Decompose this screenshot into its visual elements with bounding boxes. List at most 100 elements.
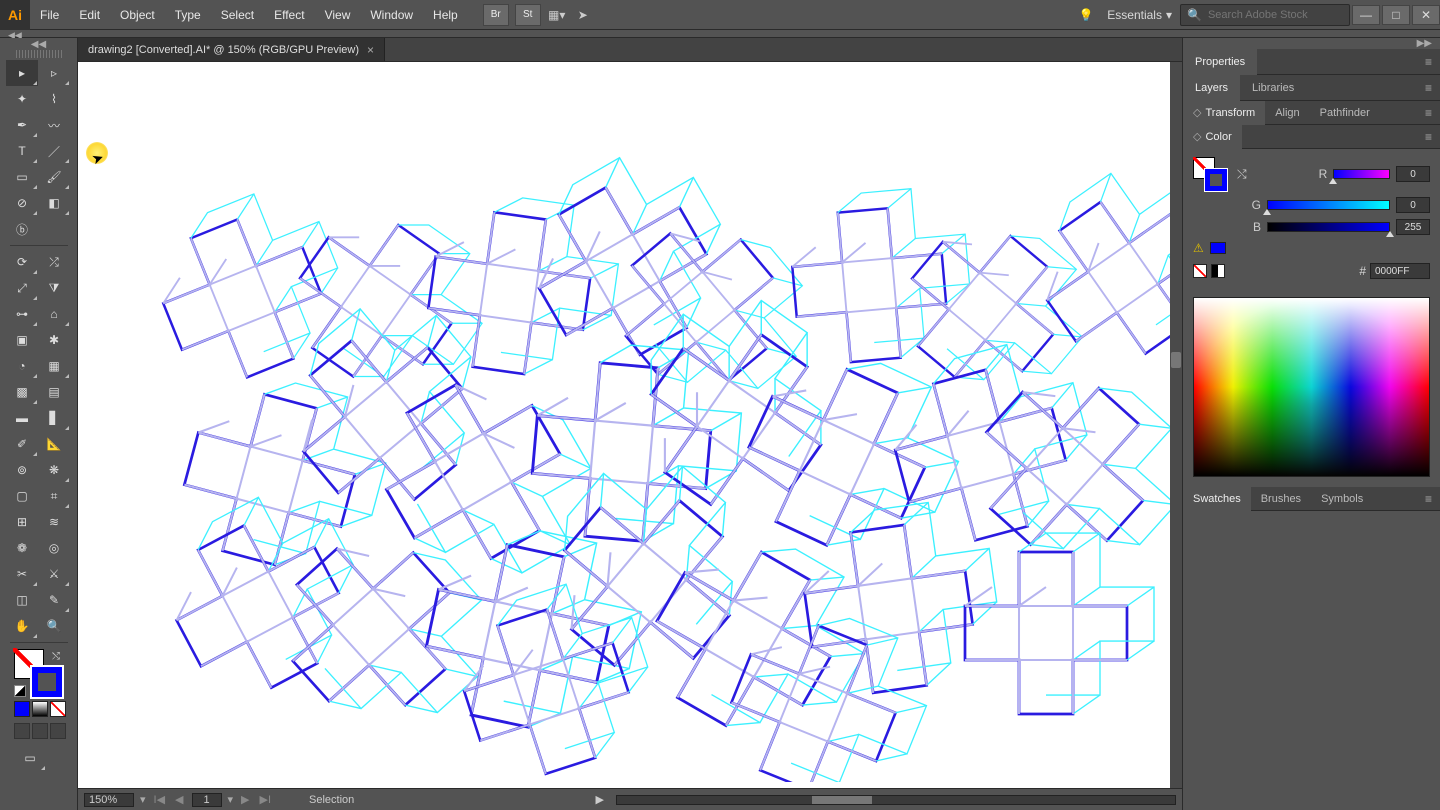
vertical-scrollbar[interactable] xyxy=(1170,62,1182,788)
slider-r[interactable] xyxy=(1333,169,1390,179)
swap-fill-stroke-icon[interactable]: ⤭ xyxy=(52,651,60,662)
tool-knife[interactable]: ⚔ xyxy=(38,561,70,587)
artboard-number[interactable]: 1 xyxy=(192,793,222,807)
tool-mesh[interactable]: ▤ xyxy=(38,379,70,405)
tool-slice-select[interactable]: ◫ xyxy=(6,587,38,613)
tool-warp[interactable]: ⌂ xyxy=(38,301,70,327)
artboard-next[interactable]: ▶ xyxy=(239,793,251,806)
tab-align[interactable]: Align xyxy=(1265,101,1309,125)
tab-swatches[interactable]: Swatches xyxy=(1183,487,1251,511)
menu-help[interactable]: Help xyxy=(423,0,468,30)
workspace-switcher[interactable]: Essentials ▾ xyxy=(1099,8,1180,22)
input-hex[interactable] xyxy=(1370,263,1430,279)
tool-eyedropper[interactable]: ✐ xyxy=(6,431,38,457)
color-spectrum[interactable] xyxy=(1193,297,1430,477)
swap-mini-icon[interactable]: ⤭ xyxy=(1237,167,1247,182)
tool-eyedropper2[interactable]: ✎ xyxy=(38,587,70,613)
document-tab[interactable]: drawing2 [Converted].AI* @ 150% (RGB/GPU… xyxy=(78,38,385,61)
tab-brushes[interactable]: Brushes xyxy=(1251,487,1311,511)
draw-inside[interactable] xyxy=(50,723,66,739)
tool-gradient[interactable]: ▬ xyxy=(6,405,38,431)
mode-color[interactable] xyxy=(14,701,30,717)
color-fill-stroke[interactable] xyxy=(1193,157,1227,191)
input-r[interactable] xyxy=(1396,166,1430,182)
search-stock-input[interactable] xyxy=(1208,9,1350,21)
tool-print-tiling[interactable]: ⊞ xyxy=(6,509,38,535)
menu-window[interactable]: Window xyxy=(360,0,423,30)
tool-artboard[interactable]: ▢ xyxy=(6,483,38,509)
search-help-icon[interactable]: 💡 xyxy=(1073,2,1099,28)
menu-object[interactable]: Object xyxy=(110,0,165,30)
panel-menu-icon[interactable]: ≡ xyxy=(1417,106,1440,120)
tool-symbol-sprayer[interactable]: ❋ xyxy=(38,457,70,483)
input-g[interactable] xyxy=(1396,197,1430,213)
tab-transform[interactable]: ◇Transform xyxy=(1183,101,1265,125)
tool-zoom[interactable]: 🔍 xyxy=(38,613,70,639)
search-stock-field[interactable]: 🔍 xyxy=(1180,4,1350,26)
tab-color[interactable]: ◇Color xyxy=(1183,125,1242,149)
toolbox-grip[interactable] xyxy=(16,50,62,58)
tool-scale[interactable]: ⤢ xyxy=(6,275,38,301)
artboard-first[interactable]: I◀ xyxy=(152,793,168,806)
tool-rectangle[interactable]: ▭ xyxy=(6,164,38,190)
tool-magic-wand[interactable]: ✦ xyxy=(6,86,38,112)
menu-type[interactable]: Type xyxy=(165,0,211,30)
slider-g[interactable] xyxy=(1267,200,1390,210)
tool-line[interactable]: ／ xyxy=(38,138,70,164)
window-minimize[interactable]: — xyxy=(1352,5,1380,25)
default-fill-stroke-icon[interactable] xyxy=(14,685,26,697)
menu-view[interactable]: View xyxy=(315,0,361,30)
panel-menu-icon[interactable]: ≡ xyxy=(1417,492,1440,506)
input-b[interactable] xyxy=(1396,219,1430,235)
fill-stroke-control[interactable]: ⤭ xyxy=(14,649,62,697)
tool-pen[interactable]: ✒ xyxy=(6,112,38,138)
tool-wrinkle[interactable]: ≋ xyxy=(38,509,70,535)
stock-button[interactable]: St xyxy=(515,4,541,26)
panel-menu-icon[interactable]: ≡ xyxy=(1417,55,1440,69)
tool-direct-selection[interactable]: ▹ xyxy=(38,60,70,86)
tool-blend[interactable]: ⊚ xyxy=(6,457,38,483)
tool-hand[interactable]: ✋ xyxy=(6,613,38,639)
right-collapse-icon[interactable]: ▶▶ xyxy=(1183,38,1440,49)
gpu-rocket-icon[interactable]: ➤ xyxy=(570,2,596,28)
mode-gradient[interactable] xyxy=(32,701,48,717)
tool-curvature[interactable]: 〰 xyxy=(38,112,70,138)
tool-shaper[interactable]: ⊘ xyxy=(6,190,38,216)
window-close[interactable]: ✕ xyxy=(1412,5,1440,25)
screen-mode[interactable]: ▭ xyxy=(14,745,46,771)
arrange-documents-icon[interactable]: ▦▾ xyxy=(544,2,570,28)
tool-scissors[interactable]: ✂ xyxy=(6,561,38,587)
tool-symbol-sizer[interactable]: ◎ xyxy=(38,535,70,561)
artboard[interactable]: ➤ xyxy=(78,62,1170,788)
artboard-prev[interactable]: ◀ xyxy=(173,793,185,806)
status-play-icon[interactable]: ▶ xyxy=(596,793,604,806)
color-stroke-swatch[interactable] xyxy=(1205,169,1227,191)
panel-menu-icon[interactable]: ≡ xyxy=(1417,130,1440,144)
current-color-swatch[interactable] xyxy=(1210,242,1226,254)
menu-edit[interactable]: Edit xyxy=(69,0,110,30)
tab-layers[interactable]: Layers xyxy=(1183,75,1240,101)
tool-selection[interactable]: ▸ xyxy=(6,60,38,86)
tool-width[interactable]: ⊶ xyxy=(6,301,38,327)
zoom-level[interactable]: 150% xyxy=(84,793,134,807)
tool-type[interactable]: T xyxy=(6,138,38,164)
draw-normal[interactable] xyxy=(14,723,30,739)
tool-shape-builder[interactable]: ◔ xyxy=(6,353,38,379)
none-swatch[interactable] xyxy=(1193,264,1207,278)
window-maximize[interactable]: □ xyxy=(1382,5,1410,25)
zoom-dropdown-icon[interactable]: ▾ xyxy=(140,793,146,806)
menu-select[interactable]: Select xyxy=(211,0,264,30)
artboard-last[interactable]: ▶I xyxy=(258,793,274,806)
tab-pathfinder[interactable]: Pathfinder xyxy=(1310,101,1380,125)
tool-rotate[interactable]: ⟳ xyxy=(6,249,38,275)
vscroll-thumb[interactable] xyxy=(1171,352,1181,368)
mode-none[interactable] xyxy=(50,701,66,717)
tool-reflect[interactable]: ⤮ xyxy=(38,249,70,275)
tool-slice[interactable]: ⌗ xyxy=(38,483,70,509)
draw-behind[interactable] xyxy=(32,723,48,739)
stroke-swatch[interactable] xyxy=(32,667,62,697)
tool-blob-brush[interactable]: ⓑ xyxy=(6,216,38,242)
panel-menu-icon[interactable]: ≡ xyxy=(1417,81,1440,95)
horizontal-scrollbar[interactable] xyxy=(616,795,1176,805)
tab-properties[interactable]: Properties xyxy=(1183,49,1257,75)
